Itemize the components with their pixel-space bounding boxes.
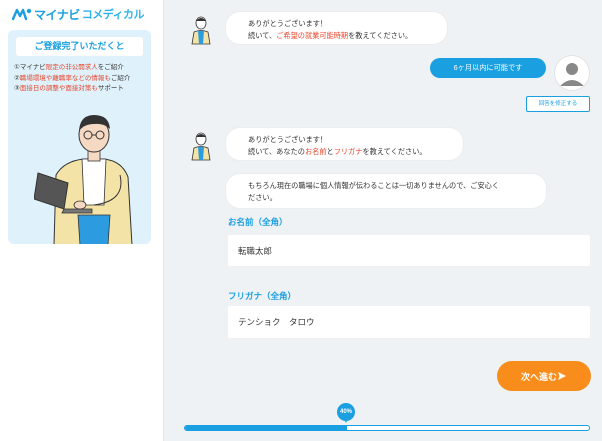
progress-fill [185, 426, 347, 430]
bot-message: ありがとうございます！ 続いて、あなたのお名前とフリガナを教えてください。 [226, 128, 463, 160]
advisor-avatar-icon [185, 129, 217, 161]
user-avatar-icon [556, 57, 588, 89]
next-button[interactable]: 次へ進む [497, 361, 591, 391]
brand-name: マイナビ [34, 7, 80, 22]
benefit-item: ①マイナビ限定の非公開求人をご紹介 [14, 64, 124, 71]
kana-input[interactable] [228, 306, 590, 338]
name-input[interactable] [228, 235, 590, 266]
benefit-item: ②職場環境や離職率などの情報もご紹介 [14, 74, 131, 82]
progress-badge: 40% [337, 403, 355, 423]
kana-label: フリガナ（全角） [228, 291, 297, 301]
user-message: 6ヶ月以内に可能です [430, 58, 546, 78]
benefits-list: ①マイナビ限定の非公開求人をご紹介 ②職場環境や離職率などの情報もご紹介 ③面接… [14, 63, 130, 95]
advisor-avatar-icon [185, 13, 217, 45]
benefits-card: ご登録完了いただくと ①マイナビ限定の非公開求人をご紹介 ②職場環境や離職率など… [8, 30, 151, 244]
send-arrow-icon [558, 372, 566, 380]
benefit-item: ③面接日の調整や面接対策もサポート [14, 85, 124, 92]
person-with-laptop-illustration [34, 115, 133, 244]
mynavi-logo-icon [12, 8, 32, 21]
logo[interactable]: マイナビ コメディカル [12, 6, 145, 22]
edit-answer-button[interactable]: 回答を修正する [526, 96, 590, 112]
next-button-label: 次へ進む [520, 371, 557, 382]
progress-bar [184, 425, 590, 431]
name-label: お名前（全角） [228, 217, 288, 227]
chat-area: ありがとうございます！ 続いて、ご希望の就業可能時期を教えてください。 6ヶ月以… [164, 0, 602, 441]
brand-product: コメディカル [81, 9, 145, 21]
bot-message: ありがとうございます！ 続いて、ご希望の就業可能時期を教えてください。 [226, 12, 447, 44]
benefits-title: ご登録完了いただくと [16, 37, 143, 56]
user-avatar [555, 56, 589, 90]
left-panel: マイナビ コメディカル ご登録完了いただくと ①マイナビ限定の非公開求人をご紹介… [0, 0, 164, 441]
bot-message: もちろん現在の職場に個人情報が伝わることは一切ありませんので、ご安心く ださい。 [226, 174, 546, 208]
